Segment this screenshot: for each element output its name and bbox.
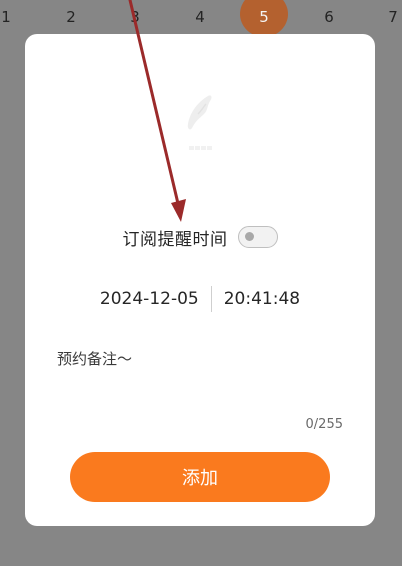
reminder-toggle[interactable] <box>237 226 278 248</box>
add-button[interactable]: 添加 <box>70 452 330 502</box>
calendar-day[interactable]: 4 <box>176 0 224 34</box>
reminder-row: 订阅提醒时间 <box>25 224 375 250</box>
add-reminder-dialog: 订阅提醒时间 2024-12-05 20:41:48 0/255 添加 <box>25 34 375 526</box>
date-picker[interactable]: 2024-12-05 <box>88 289 211 309</box>
calendar-day[interactable]: 1 <box>0 0 30 34</box>
calendar-day-strip: 1 2 3 4 5 6 7 <box>0 0 402 37</box>
time-picker[interactable]: 20:41:48 <box>212 289 312 309</box>
calendar-day[interactable]: 3 <box>111 0 159 34</box>
calendar-day-selected[interactable]: 5 <box>240 0 288 34</box>
calendar-day[interactable]: 2 <box>47 0 95 34</box>
char-counter: 0/255 <box>305 417 343 432</box>
calendar-day[interactable]: 7 <box>369 0 402 34</box>
reminder-label: 订阅提醒时间 <box>122 229 228 250</box>
note-input[interactable] <box>57 348 347 408</box>
empty-state-icon <box>180 84 220 164</box>
screen: 1 2 3 4 5 6 7 订阅提醒时间 2024-12-05 20:41:48… <box>0 0 402 566</box>
calendar-day[interactable]: 6 <box>305 0 353 34</box>
datetime-row: 2024-12-05 20:41:48 <box>25 286 375 312</box>
toggle-knob <box>244 232 254 241</box>
